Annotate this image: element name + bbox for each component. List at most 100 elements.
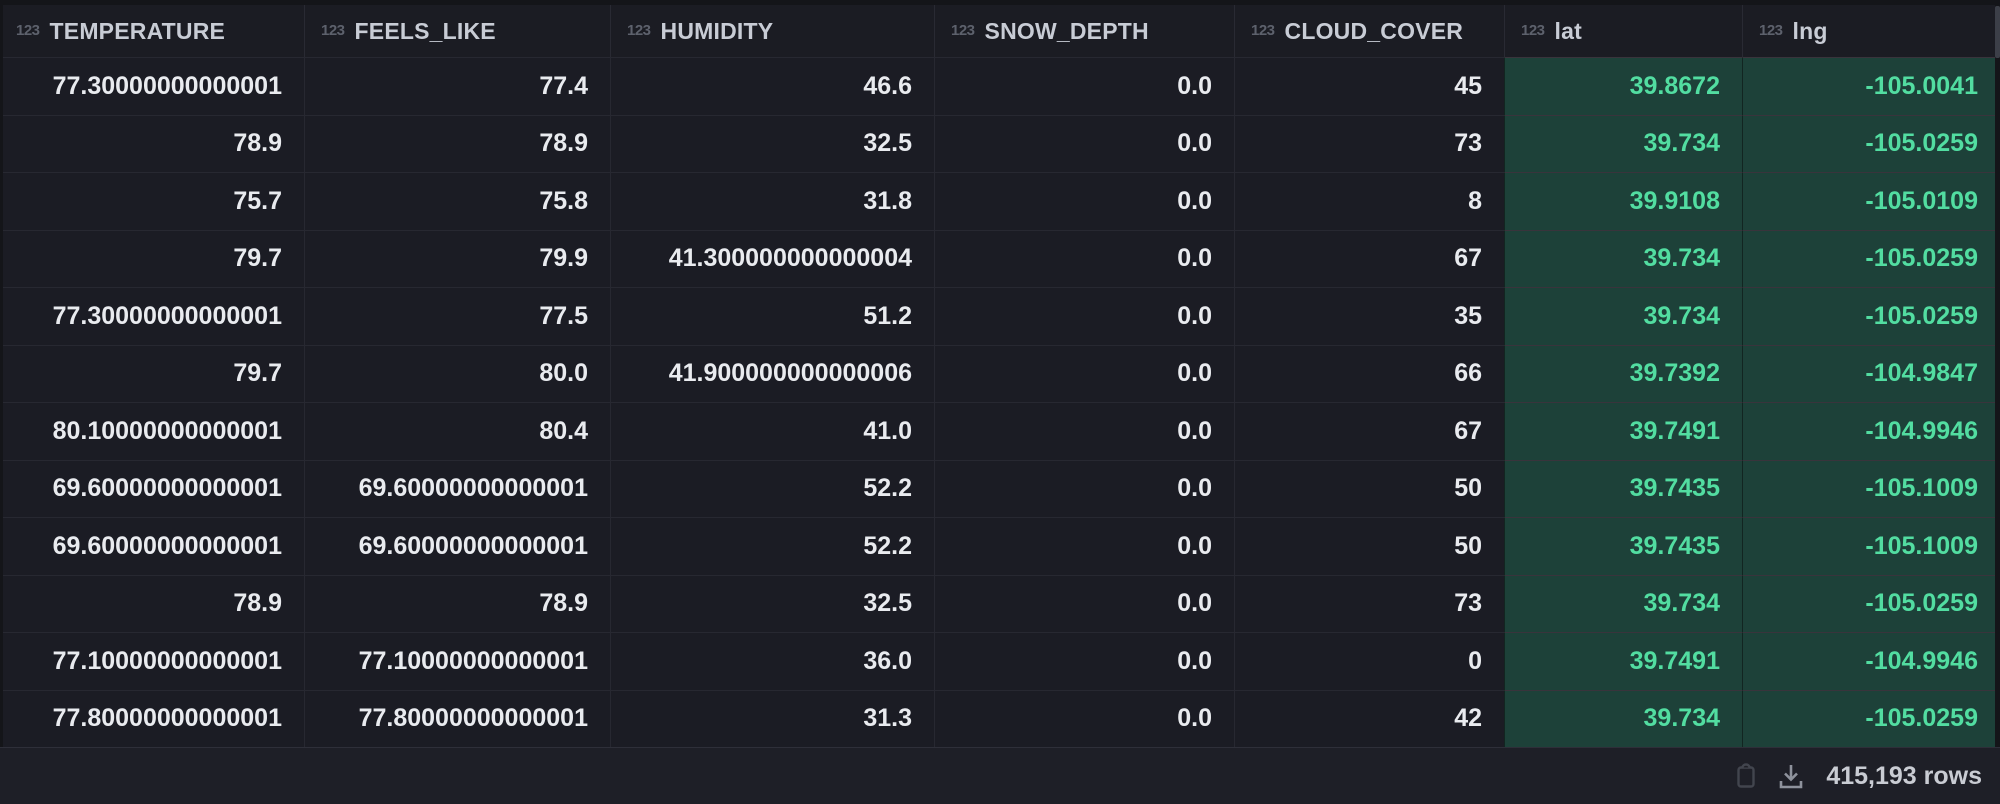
table-cell[interactable]: 78.9 xyxy=(304,574,610,632)
table-cell[interactable]: 0.0 xyxy=(934,114,1234,172)
table-cell-highlighted[interactable]: -104.9847 xyxy=(1742,344,2000,402)
table-cell[interactable]: 77.80000000000001 xyxy=(304,689,610,747)
scrollbar-thumb[interactable] xyxy=(1995,6,2000,58)
table-cell-highlighted[interactable]: -105.0109 xyxy=(1742,172,2000,230)
table-cell[interactable]: 31.8 xyxy=(610,172,934,230)
table-cell[interactable]: 73 xyxy=(1234,574,1504,632)
table-cell[interactable]: 0.0 xyxy=(934,57,1234,115)
table-cell[interactable]: 77.4 xyxy=(304,57,610,115)
table-cell-highlighted[interactable]: 39.734 xyxy=(1504,287,1742,345)
scrollbar-track[interactable] xyxy=(1995,0,2000,747)
table-cell-highlighted[interactable]: 39.7392 xyxy=(1504,344,1742,402)
table-cell[interactable]: 80.4 xyxy=(304,402,610,460)
table-cell[interactable]: 78.9 xyxy=(0,574,304,632)
table-cell-highlighted[interactable]: -105.1009 xyxy=(1742,459,2000,517)
table-cell[interactable]: 79.9 xyxy=(304,229,610,287)
table-cell[interactable]: 67 xyxy=(1234,229,1504,287)
column-header-feels_like[interactable]: 123 FEELS_LIKE xyxy=(304,5,610,57)
table-cell[interactable]: 73 xyxy=(1234,114,1504,172)
table-cell[interactable]: 66 xyxy=(1234,344,1504,402)
numeric-type-icon: 123 xyxy=(1759,21,1783,39)
table-cell[interactable]: 50 xyxy=(1234,459,1504,517)
column-header-lat[interactable]: 123 lat xyxy=(1504,5,1742,57)
table-cell[interactable]: 50 xyxy=(1234,517,1504,575)
data-table: 123 TEMPERATURE 123 FEELS_LIKE 123 HUMIDITY 12… xyxy=(0,5,2000,747)
table-cell[interactable]: 52.2 xyxy=(610,459,934,517)
table-cell[interactable]: 0 xyxy=(1234,632,1504,690)
table-cell[interactable]: 0.0 xyxy=(934,574,1234,632)
table-cell-highlighted[interactable]: 39.7491 xyxy=(1504,632,1742,690)
table-cell-highlighted[interactable]: -105.0259 xyxy=(1742,114,2000,172)
table-cell-highlighted[interactable]: 39.8672 xyxy=(1504,57,1742,115)
table-cell-highlighted[interactable]: -105.0259 xyxy=(1742,287,2000,345)
table-cell[interactable]: 35 xyxy=(1234,287,1504,345)
table-cell[interactable]: 0.0 xyxy=(934,689,1234,747)
table-cell-highlighted[interactable]: 39.7435 xyxy=(1504,517,1742,575)
table-cell-highlighted[interactable]: -105.0259 xyxy=(1742,574,2000,632)
copy-to-clipboard-icon[interactable] xyxy=(1731,761,1761,791)
table-cell[interactable]: 31.3 xyxy=(610,689,934,747)
table-cell-highlighted[interactable]: -105.0041 xyxy=(1742,57,2000,115)
table-cell-highlighted[interactable]: -105.1009 xyxy=(1742,517,2000,575)
table-cell[interactable]: 77.10000000000001 xyxy=(304,632,610,690)
table-cell[interactable]: 78.9 xyxy=(304,114,610,172)
table-cell[interactable]: 67 xyxy=(1234,402,1504,460)
table-cell[interactable]: 0.0 xyxy=(934,172,1234,230)
table-cell[interactable]: 8 xyxy=(1234,172,1504,230)
numeric-type-icon: 123 xyxy=(1521,21,1545,39)
table-cell[interactable]: 36.0 xyxy=(610,632,934,690)
table-cell[interactable]: 77.10000000000001 xyxy=(0,632,304,690)
table-cell[interactable]: 41.0 xyxy=(610,402,934,460)
table-cell-highlighted[interactable]: 39.7491 xyxy=(1504,402,1742,460)
table-cell-highlighted[interactable]: -105.0259 xyxy=(1742,229,2000,287)
table-cell[interactable]: 0.0 xyxy=(934,287,1234,345)
column-header-humidity[interactable]: 123 HUMIDITY xyxy=(610,5,934,57)
table-cell[interactable]: 80.0 xyxy=(304,344,610,402)
table-cell[interactable]: 51.2 xyxy=(610,287,934,345)
table-cell-highlighted[interactable]: 39.734 xyxy=(1504,574,1742,632)
table-cell-highlighted[interactable]: 39.734 xyxy=(1504,114,1742,172)
table-cell-highlighted[interactable]: -104.9946 xyxy=(1742,402,2000,460)
table-cell[interactable]: 69.60000000000001 xyxy=(0,459,304,517)
download-icon[interactable] xyxy=(1775,760,1807,792)
table-cell[interactable]: 42 xyxy=(1234,689,1504,747)
column-header-temperature[interactable]: 123 TEMPERATURE xyxy=(0,5,304,57)
table-cell[interactable]: 0.0 xyxy=(934,402,1234,460)
table-cell-highlighted[interactable]: 39.734 xyxy=(1504,689,1742,747)
table-cell[interactable]: 0.0 xyxy=(934,344,1234,402)
table-cell[interactable]: 32.5 xyxy=(610,114,934,172)
table-cell-highlighted[interactable]: 39.7435 xyxy=(1504,459,1742,517)
table-cell[interactable]: 77.30000000000001 xyxy=(0,57,304,115)
numeric-type-icon: 123 xyxy=(1251,21,1275,39)
table-cell[interactable]: 0.0 xyxy=(934,229,1234,287)
table-cell[interactable]: 77.80000000000001 xyxy=(0,689,304,747)
column-header-snow_depth[interactable]: 123 SNOW_DEPTH xyxy=(934,5,1234,57)
table-cell[interactable]: 77.5 xyxy=(304,287,610,345)
table-cell-highlighted[interactable]: -104.9946 xyxy=(1742,632,2000,690)
table-cell-highlighted[interactable]: -105.0259 xyxy=(1742,689,2000,747)
table-cell[interactable]: 0.0 xyxy=(934,632,1234,690)
table-cell[interactable]: 77.30000000000001 xyxy=(0,287,304,345)
table-cell[interactable]: 32.5 xyxy=(610,574,934,632)
column-header-lng[interactable]: 123 lng xyxy=(1742,5,2000,57)
table-cell[interactable]: 41.900000000000006 xyxy=(610,344,934,402)
table-cell[interactable]: 78.9 xyxy=(0,114,304,172)
table-cell[interactable]: 80.10000000000001 xyxy=(0,402,304,460)
table-cell[interactable]: 0.0 xyxy=(934,459,1234,517)
table-cell[interactable]: 75.7 xyxy=(0,172,304,230)
table-cell[interactable]: 69.60000000000001 xyxy=(0,517,304,575)
table-cell[interactable]: 79.7 xyxy=(0,344,304,402)
table-cell[interactable]: 69.60000000000001 xyxy=(304,459,610,517)
column-header-cloud_cover[interactable]: 123 CLOUD_COVER xyxy=(1234,5,1504,57)
column-header-label: SNOW_DEPTH xyxy=(984,17,1149,44)
table-cell[interactable]: 46.6 xyxy=(610,57,934,115)
table-cell[interactable]: 41.300000000000004 xyxy=(610,229,934,287)
table-cell[interactable]: 45 xyxy=(1234,57,1504,115)
table-cell[interactable]: 79.7 xyxy=(0,229,304,287)
table-cell[interactable]: 0.0 xyxy=(934,517,1234,575)
table-cell-highlighted[interactable]: 39.9108 xyxy=(1504,172,1742,230)
table-cell[interactable]: 75.8 xyxy=(304,172,610,230)
table-cell-highlighted[interactable]: 39.734 xyxy=(1504,229,1742,287)
table-cell[interactable]: 69.60000000000001 xyxy=(304,517,610,575)
table-cell[interactable]: 52.2 xyxy=(610,517,934,575)
